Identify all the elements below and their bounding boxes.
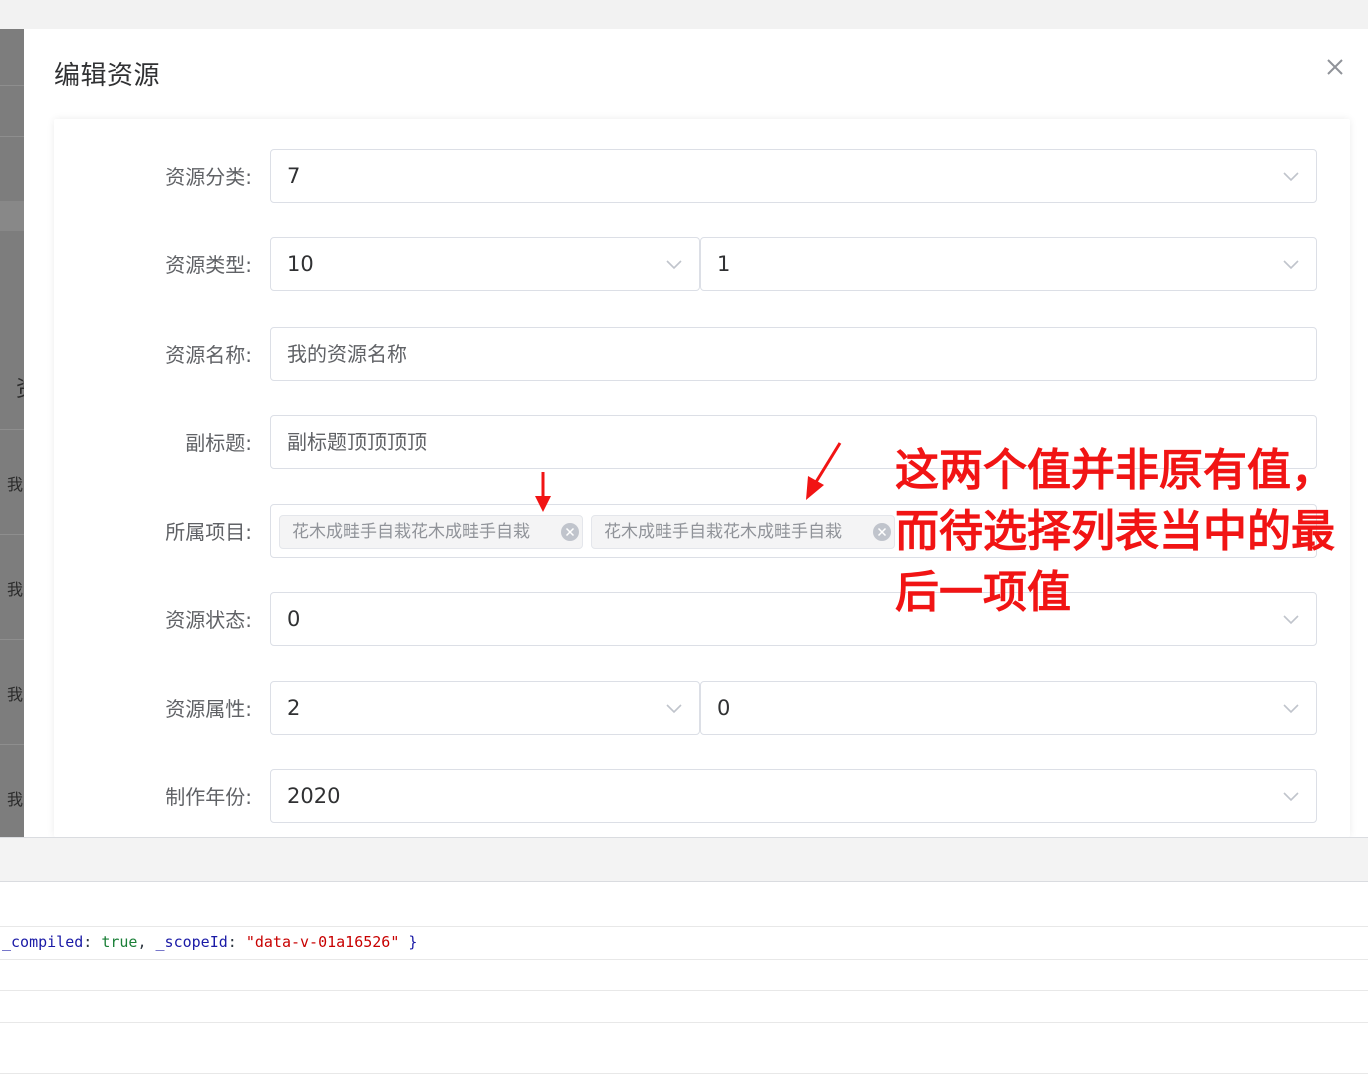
console-divider (0, 959, 1368, 960)
log-value: true (101, 933, 138, 951)
project-tag-text: 花木成畦手自栽花木成畦手自栽 (292, 522, 530, 542)
form-row-type: 资源类型: 10 1 (54, 237, 1350, 293)
category-select[interactable]: 7 (270, 149, 1317, 203)
status-label: 资源状态: (165, 608, 252, 632)
background-page: 资 我 我 我 我 (0, 29, 24, 837)
bg-divider (0, 534, 24, 535)
log-key: _scopeId (155, 933, 228, 951)
bg-text: 我 (7, 475, 24, 494)
form-row-year: 制作年份: 2020 (54, 769, 1350, 825)
bg-divider (0, 136, 24, 137)
year-label: 制作年份: (165, 785, 252, 809)
name-input[interactable]: 我的资源名称 (270, 327, 1317, 381)
dialog-title: 编辑资源 (54, 61, 161, 91)
subtitle-label: 副标题: (185, 431, 252, 455)
name-label: 资源名称: (165, 343, 252, 367)
type-value-primary: 10 (287, 252, 314, 276)
page: 资 我 我 我 我 编辑资源 资源分类: 7 资源类型: (0, 0, 1368, 1077)
type-select-primary[interactable]: 10 (270, 237, 700, 291)
devtools-console: _compiled: true, _scopeId: "data-v-01a16… (0, 837, 1368, 1077)
console-log-line[interactable]: _compiled: true, _scopeId: "data-v-01a16… (2, 933, 417, 951)
form-row-attribute: 资源属性: 2 0 (54, 681, 1350, 737)
project-tag: 花木成畦手自栽花木成畦手自栽 (591, 515, 895, 549)
chevron-down-icon (1283, 260, 1299, 270)
bg-text: 资 (16, 371, 24, 403)
chevron-down-icon (666, 704, 682, 714)
attribute-select-primary[interactable]: 2 (270, 681, 700, 735)
console-divider (0, 1022, 1368, 1023)
tag-close-icon[interactable] (872, 522, 892, 542)
bg-divider (0, 429, 24, 430)
log-value: "data-v-01a16526" (245, 933, 400, 951)
attribute-value-secondary: 0 (717, 696, 731, 720)
console-divider (0, 990, 1368, 991)
project-label: 所属项目: (165, 520, 252, 544)
log-key: _compiled (2, 933, 84, 951)
project-tag: 花木成畦手自栽花木成畦手自栽 (279, 515, 583, 549)
console-divider (0, 1073, 1368, 1074)
year-value: 2020 (287, 784, 341, 808)
type-label: 资源类型: (165, 253, 252, 277)
subtitle-value: 副标题顶顶顶顶 (287, 430, 427, 454)
type-select-secondary[interactable]: 1 (700, 237, 1317, 291)
annotation-note: 这两个值并非原有值，而待选择列表当中的最后一项值 (895, 445, 1335, 618)
category-value: 7 (287, 164, 301, 188)
name-value: 我的资源名称 (287, 342, 407, 366)
status-value: 0 (287, 607, 301, 631)
form-row-name: 资源名称: 我的资源名称 (54, 327, 1350, 383)
type-value-secondary: 1 (717, 252, 731, 276)
chevron-down-icon (1283, 172, 1299, 182)
bg-divider (0, 639, 24, 640)
year-select[interactable]: 2020 (270, 769, 1317, 823)
bg-text: 我 (7, 685, 24, 704)
attribute-value-primary: 2 (287, 696, 301, 720)
console-toolbar (0, 837, 1368, 882)
category-label: 资源分类: (165, 165, 252, 189)
chevron-down-icon (666, 260, 682, 270)
tag-close-icon[interactable] (560, 522, 580, 542)
project-tag-text: 花木成畦手自栽花木成畦手自栽 (604, 522, 842, 542)
bg-divider (0, 744, 24, 745)
console-divider (0, 926, 1368, 927)
top-strip (0, 0, 1368, 29)
arrow-down-icon (535, 472, 551, 512)
chevron-down-icon (1283, 704, 1299, 714)
bg-header-band (0, 201, 24, 231)
arrow-down-left-icon (806, 442, 842, 500)
bg-divider (0, 85, 24, 86)
chevron-down-icon (1283, 792, 1299, 802)
bg-text: 我 (7, 580, 24, 599)
edit-resource-dialog: 编辑资源 资源分类: 7 资源类型: 10 1 资源名称: 我的资源名称 副标题… (24, 29, 1368, 837)
attribute-label: 资源属性: (165, 697, 252, 721)
attribute-select-secondary[interactable]: 0 (700, 681, 1317, 735)
bg-text: 我 (7, 790, 24, 809)
close-icon[interactable] (1324, 56, 1346, 78)
form-row-category: 资源分类: 7 (54, 149, 1350, 205)
